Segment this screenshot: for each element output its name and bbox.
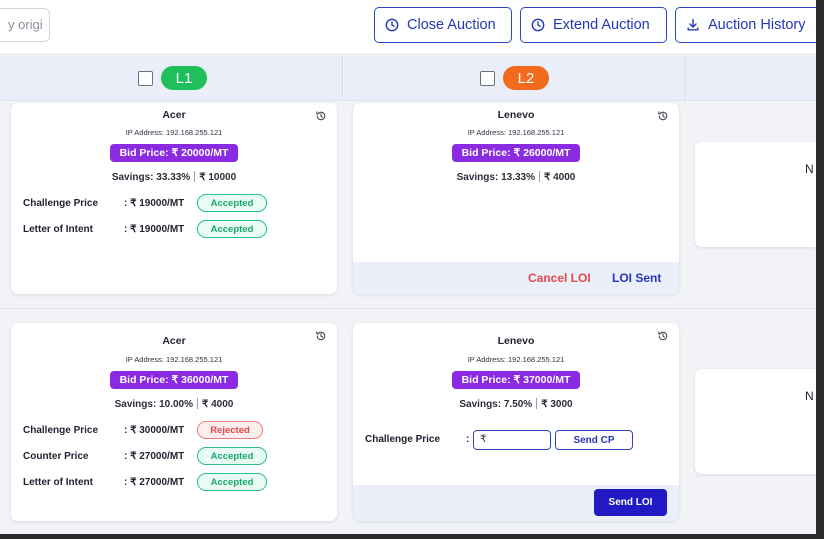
clock-icon [531,18,545,32]
savings-text: Savings: 33.33% ₹ 10000 [11,171,337,183]
cancel-loi-link[interactable]: Cancel LOI [528,271,591,285]
line-value: : ₹ 27000/MT [124,450,185,462]
bid-card-acer: Acer IP Address: 192.168.255.121 Bid Pri… [11,323,337,521]
supplier-name: Lenevo [497,109,535,121]
select-checkbox-l1[interactable] [138,70,153,86]
divider [536,398,538,409]
auction-frame: y origi Close Auction Extend Auction Auc… [0,0,816,534]
savings-text: Savings: 13.33% ₹ 4000 [353,171,679,183]
ip-address: IP Address: 192.168.255.121 [467,355,565,364]
line-value: : ₹ 19000/MT [124,197,185,209]
auction-history-button[interactable]: Auction History [675,7,816,43]
bid-card-partial: N [695,142,816,247]
line-value: : ₹ 27000/MT [124,476,185,488]
card-footer: Send LOI [353,485,679,521]
column-header-l1: L1 [3,56,343,101]
line-label: Letter of Intent [23,476,93,488]
loi-sent-link[interactable]: LOI Sent [612,271,661,285]
bid-card-lenevo: Lenevo IP Address: 192.168.255.121 Bid P… [353,323,679,521]
bid-price-badge: Bid Price: ₹ 20000/MT [109,144,239,162]
savings-percent: Savings: 7.50% [459,399,533,410]
status-badge: Accepted [197,220,267,238]
challenge-price-line: Challenge Price : ₹ 19000/MT Accepted [23,194,267,212]
challenge-price-label: Challenge Price [365,434,441,445]
savings-amount: ₹ 4000 [201,399,234,410]
savings-percent: Savings: 13.33% [456,172,535,183]
divider [538,171,540,182]
send-cp-button[interactable]: Send CP [555,430,633,450]
column-header-spacer [0,56,2,101]
letter-of-intent-line: Letter of Intent : ₹ 19000/MT Accepted [23,220,267,238]
ip-address: IP Address: 192.168.255.121 [467,128,565,137]
counter-price-line: Counter Price : ₹ 27000/MT Accepted [23,447,267,465]
savings-percent: Savings: 10.00% [114,399,193,410]
challenge-price-line: Challenge Price : ₹ 30000/MT Rejected [23,421,263,439]
partial-card-text: N [805,162,814,176]
row-divider [0,308,816,309]
savings-amount: ₹ 4000 [543,172,576,183]
auction-history-label: Auction History [708,17,806,33]
divider [196,398,198,409]
ip-address: IP Address: 192.168.255.121 [125,355,223,364]
line-value: : ₹ 19000/MT [124,223,185,235]
challenge-price-input[interactable]: ₹ [473,430,551,450]
bid-price-badge: Bid Price: ₹ 36000/MT [109,371,239,389]
challenge-price-colon: : [466,434,470,445]
status-badge: Accepted [197,473,267,491]
letter-of-intent-line: Letter of Intent : ₹ 27000/MT Accepted [23,473,267,491]
clock-icon [385,18,399,32]
savings-amount: ₹ 10000 [199,172,237,183]
line-label: Letter of Intent [23,223,93,235]
bid-card-acer: Acer IP Address: 192.168.255.121 Bid Pri… [11,103,337,294]
column-header-l3 [687,56,816,101]
savings-text: Savings: 7.50% ₹ 3000 [353,398,679,410]
bid-card-lenevo: Lenevo IP Address: 192.168.255.121 Bid P… [353,103,679,294]
ip-address: IP Address: 192.168.255.121 [125,128,223,137]
bid-price-badge: Bid Price: ₹ 26000/MT [451,144,581,162]
line-label: Challenge Price [23,197,99,209]
rank-badge-l2: L2 [503,66,549,90]
supplier-name: Acer [162,109,186,121]
close-auction-button[interactable]: Close Auction [374,7,512,43]
line-label: Counter Price [23,450,89,462]
extend-auction-button[interactable]: Extend Auction [520,7,667,43]
extend-auction-label: Extend Auction [553,17,650,33]
rank-badge-l1: L1 [161,66,207,90]
send-loi-button[interactable]: Send LOI [594,489,667,516]
status-badge: Accepted [197,194,267,212]
line-value: : ₹ 30000/MT [124,424,185,436]
savings-amount: ₹ 3000 [541,399,573,410]
close-auction-label: Close Auction [407,17,496,33]
download-icon [687,19,699,31]
partial-card-text: N [805,389,814,403]
select-checkbox-l2[interactable] [480,70,495,86]
savings-percent: Savings: 33.33% [111,172,191,183]
bid-card-partial: N [695,369,816,474]
column-header-l2: L2 [344,56,686,101]
top-toolbar: y origi Close Auction Extend Auction Auc… [0,0,816,55]
supplier-name: Lenevo [497,335,535,347]
card-footer: Cancel LOI LOI Sent [353,262,679,294]
line-label: Challenge Price [23,424,99,436]
search-input[interactable]: y origi [0,8,50,42]
supplier-name: Acer [162,335,186,347]
status-badge: Rejected [197,421,263,439]
divider [194,171,196,182]
bid-price-badge: Bid Price: ₹ 37000/MT [451,371,581,389]
status-badge: Accepted [197,447,267,465]
savings-text: Savings: 10.00% ₹ 4000 [11,398,337,410]
